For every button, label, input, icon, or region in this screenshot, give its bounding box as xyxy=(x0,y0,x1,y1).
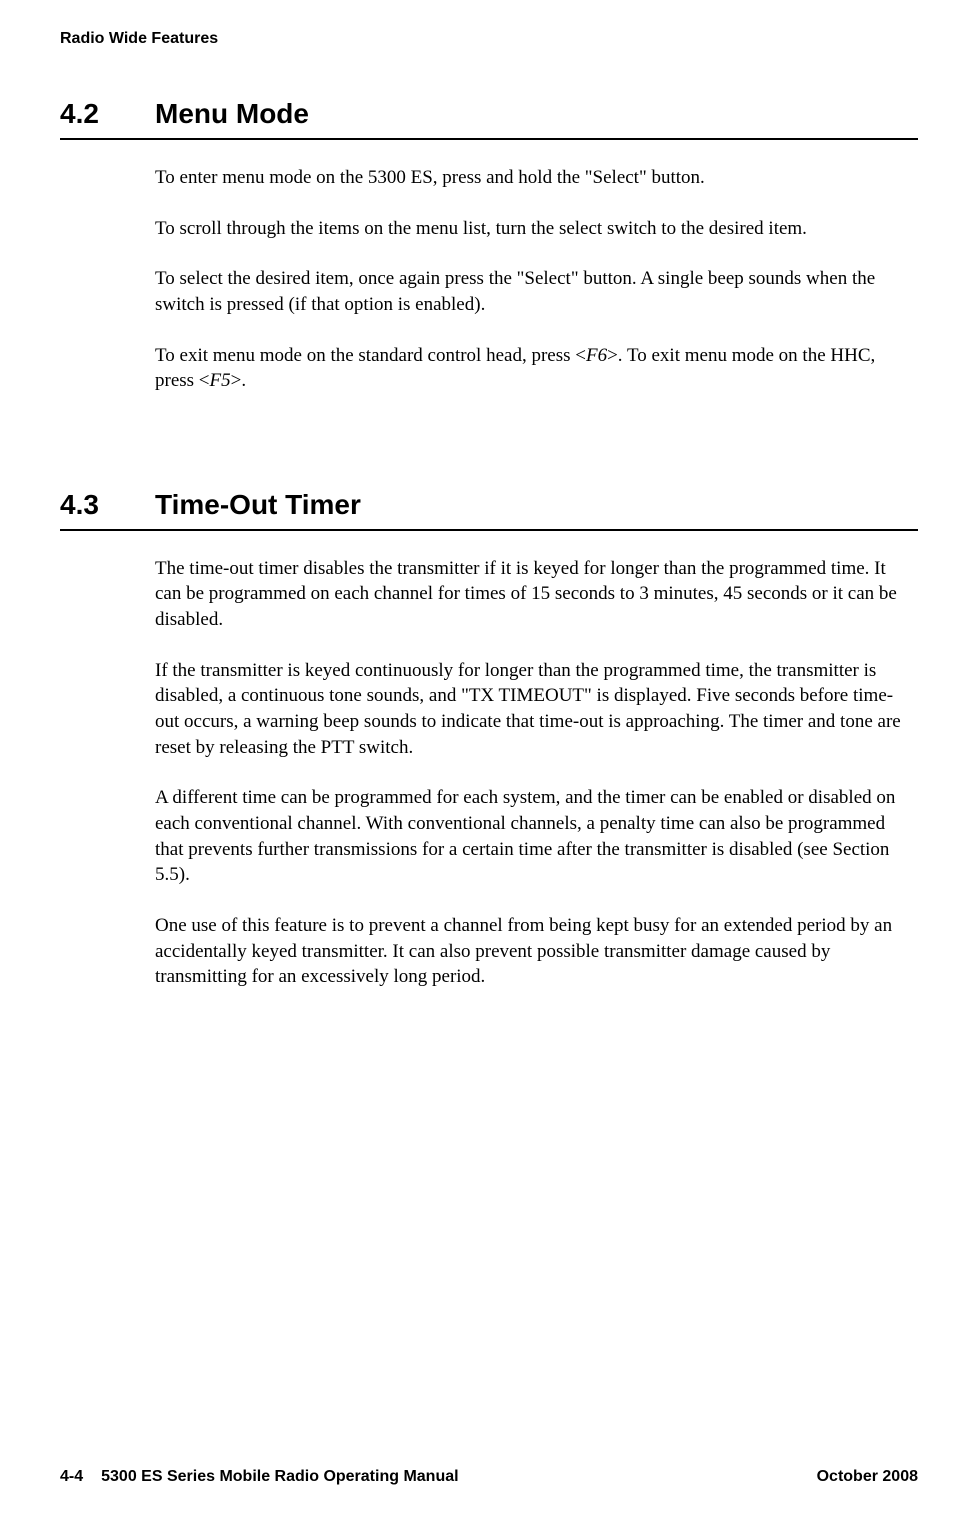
section-body-4-3: The time-out timer disables the transmit… xyxy=(155,556,908,990)
paragraph: One use of this feature is to prevent a … xyxy=(155,913,908,990)
section-number: 4.3 xyxy=(60,489,155,521)
text-run: >. xyxy=(231,370,246,391)
page-footer: 4-4 5300 ES Series Mobile Radio Operatin… xyxy=(60,1468,918,1486)
footer-left: 4-4 5300 ES Series Mobile Radio Operatin… xyxy=(60,1468,459,1486)
section-title: Time-Out Timer xyxy=(155,489,361,521)
section-number: 4.2 xyxy=(60,98,155,130)
section-rule xyxy=(60,138,918,140)
text-run: To exit menu mode on the standard contro… xyxy=(155,345,586,366)
section-heading-4-2: 4.2 Menu Mode xyxy=(60,98,918,130)
paragraph: To exit menu mode on the standard contro… xyxy=(155,343,908,394)
section-heading-4-3: 4.3 Time-Out Timer xyxy=(60,489,918,521)
paragraph: If the transmitter is keyed continuously… xyxy=(155,658,908,761)
footer-date: October 2008 xyxy=(817,1468,918,1486)
page-header-title: Radio Wide Features xyxy=(60,30,918,48)
text-italic-f5: F5 xyxy=(210,370,231,391)
section-body-4-2: To enter menu mode on the 5300 ES, press… xyxy=(155,165,908,394)
text-italic-f6: F6 xyxy=(586,345,607,366)
section-title: Menu Mode xyxy=(155,98,309,130)
footer-manual-title: 5300 ES Series Mobile Radio Operating Ma… xyxy=(101,1468,458,1486)
paragraph: To enter menu mode on the 5300 ES, press… xyxy=(155,165,908,191)
section-spacer xyxy=(60,419,918,489)
paragraph: To select the desired item, once again p… xyxy=(155,266,908,317)
footer-page-number: 4-4 xyxy=(60,1468,83,1486)
paragraph: A different time can be programmed for e… xyxy=(155,785,908,888)
section-rule xyxy=(60,529,918,531)
paragraph: The time-out timer disables the transmit… xyxy=(155,556,908,633)
paragraph: To scroll through the items on the menu … xyxy=(155,216,908,242)
